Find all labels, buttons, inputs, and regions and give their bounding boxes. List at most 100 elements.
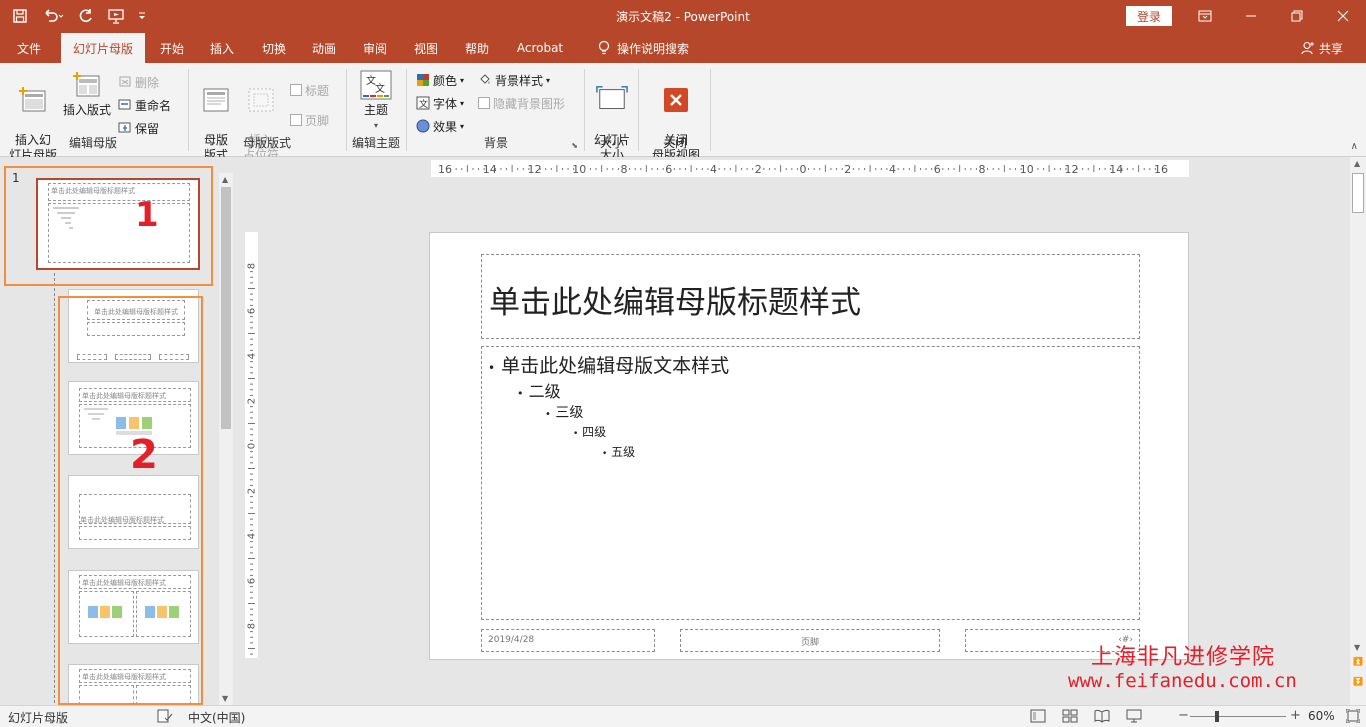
restore-button[interactable]	[1274, 0, 1320, 32]
ruler-label: 2	[247, 488, 258, 494]
tab-animations[interactable]: 动画	[302, 33, 346, 63]
share-button[interactable]: 共享	[1294, 33, 1350, 63]
collapse-ribbon-button[interactable]: ∧	[1351, 141, 1358, 152]
layout-tree-line	[54, 273, 55, 703]
ribbon-separator	[584, 69, 585, 151]
title-checkbox[interactable]: 标题	[290, 81, 329, 99]
scroll-up-icon[interactable]: ▲	[1354, 159, 1360, 168]
tab-acrobat[interactable]: Acrobat	[509, 33, 571, 63]
status-bar: 幻灯片母版 中文(中国) − + 60%	[0, 705, 1366, 727]
colors-button[interactable]: 颜色 ▾	[416, 71, 464, 89]
ruler-label: 4	[710, 163, 717, 176]
insert-layout-icon	[71, 69, 103, 101]
effects-button[interactable]: 效果 ▾	[416, 117, 464, 135]
ruler-label: 2	[844, 163, 851, 176]
colors-label: 颜色	[433, 73, 458, 88]
ribbon-display-options-button[interactable]	[1182, 0, 1228, 32]
background-styles-label: 背景样式	[495, 73, 544, 88]
ribbon-separator	[638, 69, 639, 151]
tab-help[interactable]: 帮助	[455, 33, 499, 63]
title-checkbox-box	[290, 84, 302, 96]
text-level-1-label: 单击此处编辑母版文本样式	[501, 355, 730, 377]
ruler-label: 14	[483, 163, 497, 176]
date-text: 2019/4/28	[488, 635, 535, 645]
ribbon-tabs: 文件 幻灯片母版 开始 插入 切换 动画 审阅 视图 帮助 Acrobat 操作…	[0, 33, 1366, 63]
editor-scrollbar-thumb[interactable]	[1352, 173, 1364, 213]
chevron-down-icon: ▾	[460, 98, 465, 108]
svg-text:文: 文	[375, 82, 385, 95]
ruler-label: 4	[247, 533, 258, 539]
minimize-button[interactable]	[1228, 0, 1274, 32]
thumbnail-scrollbar-thumb[interactable]	[221, 187, 231, 429]
horizontal-ruler[interactable]: 16 14 12 10 8 6 4 2 0 2 4 6 8 10 12 14 16	[431, 160, 1189, 177]
slide-master-canvas[interactable]: 单击此处编辑母版标题样式 • 单击此处编辑母版文本样式 • 二级 • 三级 • …	[429, 232, 1189, 660]
tell-me-search[interactable]: 操作说明搜索	[588, 33, 698, 63]
delete-button[interactable]: 删除	[118, 73, 159, 91]
text-level-5-label: 五级	[611, 445, 636, 459]
ruler-label: 8	[247, 623, 258, 629]
vertical-ruler[interactable]: 8 6 4 2 0 2 4 6 8	[245, 232, 258, 658]
minimize-icon	[1246, 15, 1256, 17]
scroll-down-icon[interactable]: ▼	[1354, 643, 1360, 652]
zoom-in-button[interactable]: +	[1290, 708, 1301, 723]
hide-background-checkbox[interactable]: 隐藏背景图形	[478, 94, 565, 112]
tab-file[interactable]: 文件	[6, 33, 52, 63]
editor-scrollbar[interactable]: ▲ ▼ ⏫ ⏬	[1350, 157, 1366, 705]
close-icon	[1337, 10, 1349, 22]
insert-layout-button[interactable]: 插入版式	[60, 69, 114, 118]
tell-me-label: 操作说明搜索	[616, 41, 689, 56]
title-placeholder[interactable]: 单击此处编辑母版标题样式	[481, 254, 1140, 339]
ribbon-separator	[406, 69, 407, 151]
chevron-down-icon: ▾	[546, 75, 551, 85]
ruler-label: 0	[800, 163, 807, 176]
tab-insert[interactable]: 插入	[200, 33, 244, 63]
login-button[interactable]: 登录	[1126, 6, 1172, 26]
tab-slide-master[interactable]: 幻灯片母版	[61, 33, 145, 63]
body-placeholder[interactable]: • 单击此处编辑母版文本样式 • 二级 • 三级 • 四级 • 五级	[481, 346, 1140, 620]
ruler-label: 6	[247, 308, 258, 314]
rename-button[interactable]: 重命名	[118, 96, 171, 114]
footer-checkbox[interactable]: 页脚	[290, 111, 329, 129]
ruler-label: 14	[1109, 163, 1123, 176]
slide-sorter-icon[interactable]	[1062, 709, 1078, 726]
title-checkbox-label: 标题	[305, 83, 330, 98]
footer-placeholder[interactable]: 页脚	[680, 629, 940, 652]
zoom-level[interactable]: 60%	[1308, 709, 1335, 723]
background-styles-button[interactable]: 背景样式 ▾	[478, 71, 550, 89]
reading-view-icon[interactable]	[1094, 709, 1110, 726]
zoom-slider-thumb[interactable]	[1214, 711, 1219, 722]
ruler-label: 2	[755, 163, 762, 176]
zoom-out-button[interactable]: −	[1178, 708, 1189, 723]
text-level-3-label: 三级	[555, 405, 584, 421]
title-bar: 演示文稿2 - PowerPoint 登录	[0, 0, 1366, 33]
next-slide-icon[interactable]: ⏬	[1353, 677, 1363, 686]
date-placeholder[interactable]: 2019/4/28	[481, 629, 655, 652]
fit-to-window-icon[interactable]	[1345, 708, 1361, 726]
zoom-slider-track[interactable]	[1190, 716, 1286, 717]
tab-view[interactable]: 视图	[404, 33, 448, 63]
ruler-label: 0	[247, 443, 258, 449]
thumbnail-scrollbar[interactable]: ▲ ▼	[219, 173, 233, 705]
dialog-launcher-icon[interactable]: ⬊	[571, 141, 578, 150]
language-indicator[interactable]: 中文(中国)	[188, 709, 245, 726]
scroll-up-icon[interactable]: ▲	[222, 175, 228, 184]
tab-transitions[interactable]: 切换	[252, 33, 296, 63]
tab-review[interactable]: 审阅	[353, 33, 397, 63]
pin-icon	[118, 121, 132, 135]
ruler-label: 10	[572, 163, 586, 176]
slideshow-view-icon[interactable]	[1126, 709, 1142, 726]
close-window-button[interactable]	[1320, 0, 1366, 32]
spelling-icon[interactable]	[157, 709, 173, 726]
share-label: 共享	[1318, 41, 1343, 56]
ruler-label: 6	[934, 163, 941, 176]
text-level-2-label: 二级	[528, 382, 561, 401]
scroll-down-icon[interactable]: ▼	[222, 694, 228, 703]
tab-home[interactable]: 开始	[150, 33, 194, 63]
group-size: 幻灯片 大小 大小	[588, 67, 636, 162]
ruler-label: 16	[438, 163, 452, 176]
previous-slide-icon[interactable]: ⏫	[1353, 657, 1363, 666]
themes-button[interactable]: 文文 主题 ▾	[356, 69, 396, 133]
normal-view-icon[interactable]	[1030, 709, 1046, 726]
fonts-button[interactable]: 文 字体 ▾	[416, 94, 464, 112]
ruler-label: 8	[247, 263, 258, 269]
